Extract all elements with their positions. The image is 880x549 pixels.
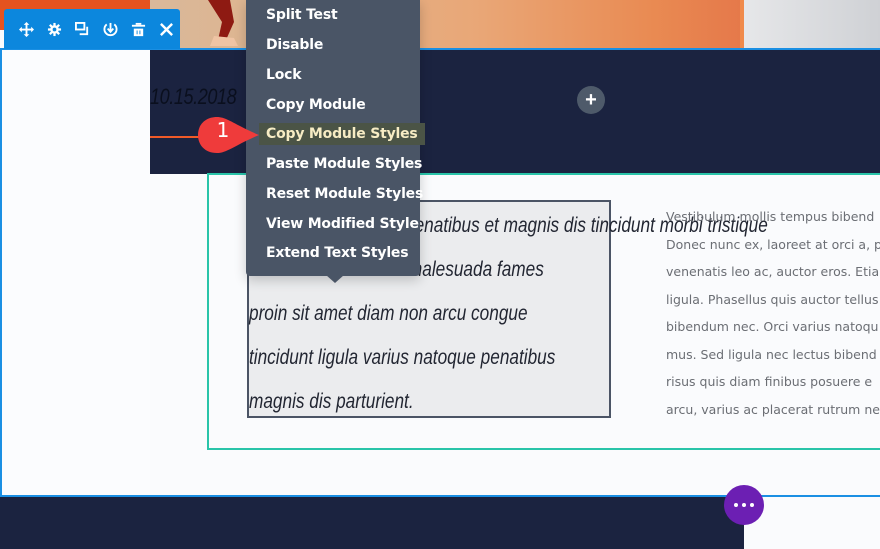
menu-item-reset-module-styles[interactable]: Reset Module Styles xyxy=(259,183,430,205)
gear-icon xyxy=(47,22,61,36)
close-button[interactable] xyxy=(152,9,180,49)
menu-caret xyxy=(326,275,344,283)
duplicate-button[interactable] xyxy=(68,9,96,49)
settings-button[interactable] xyxy=(40,9,68,49)
dot-icon xyxy=(742,503,746,507)
menu-item-copy-module[interactable]: Copy Module xyxy=(259,94,373,116)
post-date: 10.15.2018 xyxy=(150,84,237,109)
body-line: ligula. Phasellus quis auctor tellus xyxy=(666,291,879,307)
close-icon xyxy=(159,22,173,36)
hero-photo xyxy=(150,0,744,48)
move-button[interactable] xyxy=(12,9,40,49)
dot-icon xyxy=(750,503,754,507)
quote-line: magnis dis parturient. xyxy=(249,390,414,413)
save-library-button[interactable] xyxy=(96,9,124,49)
body-line: risus quis diam finibus posuere e xyxy=(666,374,873,389)
move-icon xyxy=(18,21,34,37)
body-line: arcu, varius ac placerat rutrum ne xyxy=(666,401,880,417)
menu-item-view-modified-style[interactable]: View Modified Style xyxy=(259,213,426,235)
hero-image-right xyxy=(744,0,880,48)
menu-item-copy-module-styles[interactable]: Copy Module Styles xyxy=(259,123,425,145)
menu-item-extend-text-styles[interactable]: Extend Text Styles xyxy=(259,242,415,264)
row-background xyxy=(2,50,150,495)
menu-item-disable[interactable]: Disable xyxy=(259,34,330,56)
add-module-button[interactable]: + xyxy=(577,86,605,114)
trash-icon xyxy=(131,22,145,36)
save-icon xyxy=(102,22,118,36)
body-line: bibendum nec. Orci varius natoqu xyxy=(666,319,879,334)
delete-button[interactable] xyxy=(124,9,152,49)
body-line: venenatis leo ac, auctor eros. Etia xyxy=(666,264,880,279)
menu-item-lock[interactable]: Lock xyxy=(259,64,308,86)
menu-item-paste-module-styles[interactable]: Paste Module Styles xyxy=(259,153,429,175)
step-number: 1 xyxy=(216,118,230,142)
module-toolbar xyxy=(4,9,180,49)
body-line: Vestibulum mollis tempus bibend xyxy=(666,209,875,224)
body-line: Donec nunc ex, laoreet at orci a, p xyxy=(666,236,880,252)
quote-line: tincidunt ligula varius natoque penatibu… xyxy=(249,346,556,369)
menu-item-split-test[interactable]: Split Test xyxy=(259,4,344,26)
dot-icon xyxy=(734,503,738,507)
body-text: Vestibulum mollis tempus bibend Donec nu… xyxy=(666,203,880,423)
quote-line: proin sit amet diam non arcu congue xyxy=(249,302,528,325)
context-menu: Split Test Disable Lock Copy Module Copy… xyxy=(246,0,425,276)
body-line: mus. Sed ligula nec lectus bibend xyxy=(666,346,877,362)
duplicate-icon xyxy=(74,21,88,35)
footer-right xyxy=(744,496,880,549)
more-options-button[interactable] xyxy=(724,485,764,525)
plus-icon: + xyxy=(585,89,597,111)
footer-section xyxy=(0,496,744,549)
